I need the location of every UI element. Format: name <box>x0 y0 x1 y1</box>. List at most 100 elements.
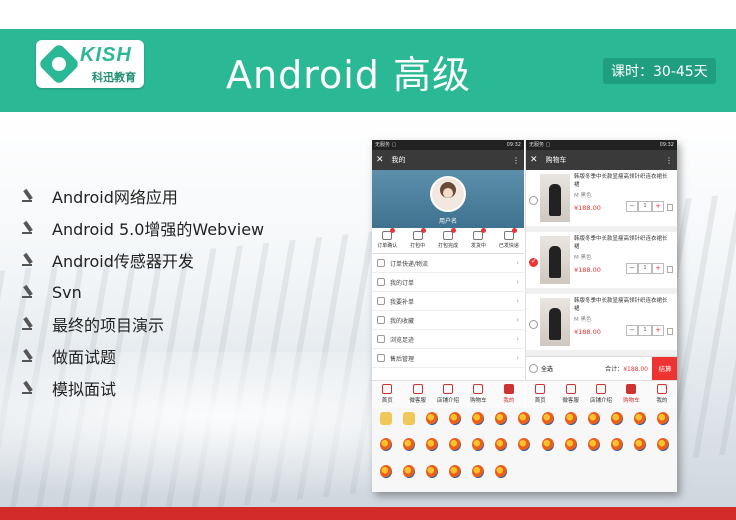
firefox-file-icon[interactable] <box>653 412 673 435</box>
firefox-file-icon[interactable] <box>514 438 534 461</box>
close-icon[interactable]: ✕ <box>376 155 384 165</box>
user-icon <box>503 384 514 394</box>
firefox-file-icon[interactable] <box>445 438 465 461</box>
menu-item-reorder[interactable]: 我要补单 › <box>372 292 524 311</box>
firefox-file-icon[interactable] <box>584 438 604 461</box>
menu-item-logistics[interactable]: 订单快递/物流 › <box>372 254 524 273</box>
firefox-file-icon[interactable] <box>422 464 442 488</box>
avatar[interactable] <box>430 176 466 212</box>
select-radio[interactable] <box>529 196 538 205</box>
firefox-file-icon[interactable] <box>607 412 627 435</box>
cart-item: 韩版冬季中长款显瘦高领针织连衣裙长裙 M 黑色 ¥188.00 −1+ <box>526 232 677 294</box>
trash-icon[interactable] <box>667 328 673 335</box>
minus-button[interactable]: − <box>626 201 638 212</box>
firefox-file-icon[interactable] <box>376 438 396 461</box>
cart-item: 韩版冬季中长款显瘦高领针织连衣裙长裙 M 黑色 ¥188.00 −1+ <box>526 294 677 356</box>
firefox-file-icon[interactable] <box>491 412 511 435</box>
star-icon <box>377 316 385 324</box>
tab-store[interactable]: 店铺介绍 <box>586 381 616 408</box>
chevron-right-icon: › <box>516 354 519 362</box>
cart-title: 购物车 <box>545 156 567 164</box>
firefox-file-icon[interactable] <box>630 438 650 461</box>
list-icon <box>377 278 385 286</box>
folder-icon[interactable] <box>376 412 396 435</box>
logo-mark-icon <box>37 42 81 86</box>
logo: KISH 科迅教育 <box>36 40 144 88</box>
order-status-packed[interactable]: 打包完成 <box>433 228 463 253</box>
firefox-file-icon[interactable] <box>491 464 511 488</box>
firefox-file-icon[interactable] <box>422 412 442 435</box>
tab-service[interactable]: 微客服 <box>402 381 432 408</box>
firefox-file-icon[interactable] <box>445 412 465 435</box>
tab-store[interactable]: 店铺介绍 <box>433 381 463 408</box>
firefox-file-icon[interactable] <box>399 464 419 488</box>
tab-cart[interactable]: 购物车 <box>463 381 493 408</box>
select-all[interactable]: 全选 <box>529 364 553 373</box>
firefox-file-icon[interactable] <box>468 438 488 461</box>
folder-icon[interactable] <box>399 412 419 435</box>
order-status-shipping[interactable]: 发货中 <box>463 228 493 253</box>
select-all-radio[interactable] <box>529 364 538 373</box>
status-carrier: 无服务 ▢ <box>375 142 397 148</box>
product-thumbnail[interactable] <box>540 174 570 222</box>
menu-item-orders[interactable]: 我的订单 › <box>372 273 524 292</box>
order-status-packing[interactable]: 打包中 <box>402 228 432 253</box>
plus-button[interactable]: + <box>652 325 664 336</box>
list-item: 最终的项目演示 <box>22 308 264 340</box>
minus-button[interactable]: − <box>626 263 638 274</box>
menu-item-favorites[interactable]: 我的收藏 › <box>372 311 524 330</box>
tab-cart[interactable]: 购物车 <box>616 381 646 408</box>
trash-icon[interactable] <box>667 266 673 273</box>
product-thumbnail[interactable] <box>540 298 570 346</box>
select-radio[interactable] <box>529 320 538 329</box>
quantity-value[interactable]: 1 <box>638 201 652 212</box>
trash-icon[interactable] <box>667 204 673 211</box>
product-thumbnail[interactable] <box>540 236 570 284</box>
tab-home[interactable]: 首页 <box>372 381 402 408</box>
pencil-icon <box>22 317 34 331</box>
firefox-file-icon[interactable] <box>491 438 511 461</box>
firefox-file-icon[interactable] <box>630 412 650 435</box>
plus-button[interactable]: + <box>652 263 664 274</box>
firefox-file-icon[interactable] <box>561 412 581 435</box>
total-label: 合计： <box>605 366 624 373</box>
product-spec: M 黑色 <box>574 255 592 261</box>
tab-me[interactable]: 我的 <box>647 381 677 408</box>
menu-item-after-sales[interactable]: 售后管理 › <box>372 349 524 368</box>
logo-word: KISH <box>80 44 132 66</box>
firefox-file-icon[interactable] <box>445 464 465 488</box>
close-icon[interactable]: ✕ <box>530 155 538 165</box>
firefox-file-icon[interactable] <box>607 438 627 461</box>
pencil-icon <box>22 221 34 235</box>
quantity-value[interactable]: 1 <box>638 263 652 274</box>
menu-item-history[interactable]: 浏览足迹 › <box>372 330 524 349</box>
order-status-shipped[interactable]: 已发快递 <box>494 228 524 253</box>
select-radio[interactable] <box>529 257 538 267</box>
firefox-file-icon[interactable] <box>376 464 396 488</box>
tab-bar-right: 首页 微客服 店铺介绍 购物车 我的 <box>525 380 677 408</box>
cart-item: 韩版冬季中长款显瘦高领针织连衣裙长裙 M 黑色 ¥188.00 −1+ <box>526 170 677 232</box>
firefox-file-icon[interactable] <box>561 438 581 461</box>
plus-button[interactable]: + <box>652 201 664 212</box>
firefox-file-icon[interactable] <box>468 464 488 488</box>
checkout-button[interactable]: 结算 <box>652 356 677 381</box>
minus-button[interactable]: − <box>626 325 638 336</box>
firefox-file-icon[interactable] <box>399 438 419 461</box>
quantity-value[interactable]: 1 <box>638 325 652 336</box>
topic-text: Svn <box>52 282 82 302</box>
tab-service[interactable]: 微客服 <box>555 381 585 408</box>
firefox-file-icon[interactable] <box>514 412 534 435</box>
firefox-file-icon[interactable] <box>538 438 558 461</box>
order-status-confirm[interactable]: 订单确认 <box>372 228 402 253</box>
firefox-file-icon[interactable] <box>468 412 488 435</box>
firefox-file-icon[interactable] <box>653 438 673 461</box>
firefox-file-icon[interactable] <box>584 412 604 435</box>
home-icon <box>535 384 546 394</box>
firefox-file-icon[interactable] <box>538 412 558 435</box>
more-icon[interactable]: ⋮ <box>512 156 520 165</box>
firefox-file-icon[interactable] <box>422 438 442 461</box>
bottom-band <box>0 507 736 520</box>
tab-home[interactable]: 首页 <box>525 381 555 408</box>
more-icon[interactable]: ⋮ <box>665 156 673 165</box>
tab-me[interactable]: 我的 <box>494 381 524 408</box>
